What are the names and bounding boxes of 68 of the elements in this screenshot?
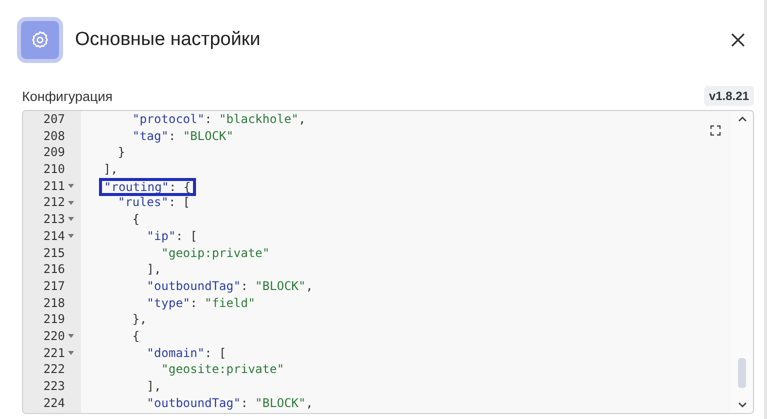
code-punct: : [ bbox=[168, 195, 190, 210]
version-badge: v1.8.21 bbox=[704, 86, 754, 106]
fold-icon[interactable] bbox=[68, 334, 74, 338]
line-number: 211 bbox=[43, 178, 65, 194]
code-string: "field" bbox=[204, 296, 256, 310]
code-string: "blackhole" bbox=[219, 112, 299, 126]
line-number: 222 bbox=[43, 361, 65, 378]
code-string: "BLOCK" bbox=[255, 278, 306, 293]
config-label: Конфигурация bbox=[22, 88, 113, 104]
code-string: "BLOCK" bbox=[255, 396, 306, 410]
code-key: "outboundTag" bbox=[89, 278, 241, 293]
code-key: "protocol" bbox=[89, 112, 205, 126]
line-number: 217 bbox=[43, 278, 65, 295]
code-key: "routing" bbox=[104, 180, 170, 194]
line-number: 215 bbox=[43, 244, 65, 262]
code-string: "geoip:private" bbox=[160, 246, 270, 260]
code-punct: }, bbox=[131, 312, 147, 326]
line-number: 212 bbox=[43, 194, 65, 212]
code-string: "BLOCK" bbox=[182, 128, 234, 143]
fold-icon[interactable] bbox=[68, 234, 74, 238]
code-punct: , bbox=[306, 278, 313, 293]
code-punct: : bbox=[190, 296, 198, 310]
line-number: 219 bbox=[43, 311, 65, 328]
fullscreen-icon[interactable] bbox=[710, 125, 721, 136]
line-number: 214 bbox=[43, 228, 65, 244]
code-key: "rules" bbox=[89, 195, 168, 210]
code-punct: } bbox=[116, 145, 126, 160]
line-number: 210 bbox=[43, 161, 65, 178]
code-key: "tag" bbox=[89, 128, 168, 143]
fold-icon[interactable] bbox=[68, 350, 74, 355]
line-number: 213 bbox=[43, 211, 65, 228]
line-number: 209 bbox=[43, 144, 65, 162]
code-punct: : [ bbox=[176, 228, 198, 243]
code-punct: : bbox=[168, 128, 177, 143]
line-number: 224 bbox=[43, 394, 65, 412]
code-key: "outboundTag" bbox=[89, 396, 241, 410]
code-key: "ip" bbox=[89, 228, 176, 243]
code-key: "domain" bbox=[89, 346, 205, 360]
line-number: 218 bbox=[43, 294, 65, 312]
settings-icon bbox=[17, 17, 63, 63]
code-punct: : [ bbox=[204, 346, 226, 360]
line-number: 220 bbox=[43, 328, 65, 345]
dialog-title: Основные настройки bbox=[75, 29, 262, 51]
scrollbar-thumb[interactable] bbox=[738, 358, 746, 388]
code-punct: : bbox=[204, 112, 213, 126]
code-punct: : bbox=[240, 396, 249, 410]
code-punct: , bbox=[306, 396, 313, 410]
line-number: 208 bbox=[43, 128, 65, 144]
code-punct: ], bbox=[146, 379, 162, 393]
line-number: 207 bbox=[43, 111, 65, 128]
code-punct: , bbox=[298, 112, 306, 126]
fold-icon[interactable] bbox=[68, 184, 74, 188]
scroll-up-icon[interactable] bbox=[738, 116, 746, 122]
scroll-down-icon[interactable] bbox=[738, 402, 746, 408]
code-punct: ], bbox=[102, 162, 118, 176]
code-string: "geosite:private" bbox=[160, 362, 284, 376]
code-punct: ], bbox=[146, 262, 162, 276]
line-number: 221 bbox=[43, 344, 65, 362]
fold-icon[interactable] bbox=[68, 200, 74, 205]
line-number: 216 bbox=[43, 261, 65, 278]
code-key: "type" bbox=[89, 296, 190, 310]
line-number: 223 bbox=[43, 378, 65, 395]
code-punct: { bbox=[131, 212, 140, 226]
close-icon[interactable] bbox=[730, 32, 746, 48]
code-punct: : bbox=[240, 278, 249, 293]
code-punct: { bbox=[131, 328, 140, 343]
code-punct: : { bbox=[169, 180, 191, 194]
fold-icon[interactable] bbox=[68, 217, 74, 222]
